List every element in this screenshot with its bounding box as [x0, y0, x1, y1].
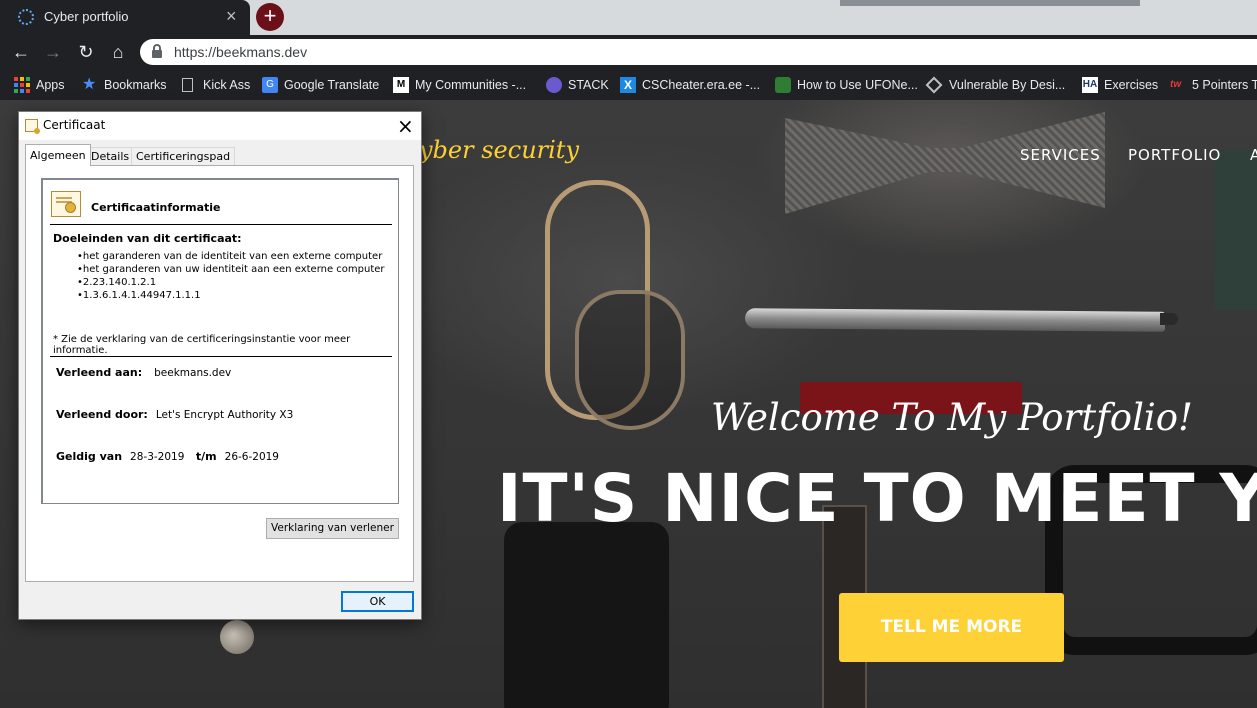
new-tab-button[interactable]: +	[256, 3, 284, 31]
divider	[50, 224, 392, 225]
valid-from-label: Geldig van	[56, 450, 123, 463]
bookmark-label: Kick Ass	[203, 77, 251, 92]
bookmark-my-communities[interactable]: M My Communities -...	[393, 69, 526, 100]
bookmark-label: STACK	[568, 77, 609, 92]
list-item: het garanderen van uw identiteit aan een…	[77, 263, 385, 276]
sunglasses-lens-image	[575, 290, 685, 430]
bookmark-label: Exercises	[1104, 77, 1159, 92]
site-brand[interactable]: yber security	[419, 136, 579, 164]
nav-about[interactable]: A	[1250, 146, 1257, 164]
browser-toolbar: ← → ↻ ⌂ https://beekmans.dev	[0, 35, 1257, 69]
stack-icon	[546, 76, 562, 93]
pen-image	[744, 308, 1166, 332]
hero-subheading: Welcome To My Portfolio!	[711, 396, 1193, 439]
valid-to-label: t/m	[195, 450, 217, 463]
address-bar[interactable]: https://beekmans.dev	[140, 39, 1257, 65]
bookmark-label: Apps	[36, 77, 65, 92]
bookmark-label: CSCheater.era.ee -...	[642, 77, 761, 92]
divider	[50, 356, 392, 357]
star-icon: ★	[82, 75, 97, 93]
certificate-small-icon	[25, 119, 40, 134]
apps-grid-icon	[14, 76, 30, 93]
close-icon[interactable]: ×	[397, 114, 414, 138]
nav-portfolio[interactable]: PORTFOLIO	[1128, 146, 1221, 164]
back-arrow-icon[interactable]: ←	[10, 41, 32, 63]
validity-row: Geldig van 28-3-2019 t/m 26-6-2019	[56, 450, 279, 463]
bookmark-label: My Communities -...	[415, 77, 527, 92]
home-icon[interactable]: ⌂	[107, 41, 129, 63]
info-title: Certificaatinformatie	[91, 201, 221, 214]
bookmark-label: Google Translate	[284, 77, 380, 92]
url-text[interactable]: https://beekmans.dev	[174, 44, 307, 60]
phone-image	[504, 522, 669, 708]
tab-strip: Cyber portfolio × +	[0, 0, 1257, 35]
general-tab-panel: Certificaatinformatie Doeleinden van dit…	[25, 165, 414, 582]
lock-icon[interactable]	[152, 44, 162, 58]
certificate-dialog: Certificaat × Algemeen Details Certifice…	[18, 111, 422, 620]
tell-me-more-button[interactable]: TELL ME MORE	[839, 593, 1064, 662]
dialog-titlebar[interactable]: Certificaat ×	[19, 112, 421, 140]
forward-arrow-icon[interactable]: →	[42, 41, 64, 63]
list-item: het garanderen van de identiteit van een…	[77, 250, 385, 263]
bookmark-kick-ass[interactable]: Kick Ass	[182, 69, 250, 100]
tab-details[interactable]: Details	[86, 147, 135, 166]
communities-icon: M	[393, 76, 409, 93]
bookmark-label: 5 Pointers To	[1192, 77, 1257, 92]
nav-services[interactable]: SERVICES	[1020, 146, 1101, 164]
tw-icon: tw	[1170, 78, 1182, 90]
issued-to-label: Verleend aan:	[56, 366, 143, 379]
issued-by-value: Let's Encrypt Authority X3	[155, 409, 294, 421]
pen-tip-image	[1160, 313, 1178, 325]
certificate-icon	[51, 191, 81, 217]
footnote: * Zie de verklaring van de certificering…	[53, 334, 351, 356]
issuer-statement-button[interactable]: Verklaring van verlener	[266, 518, 399, 539]
bookmark-label: How to Use UFONe...	[797, 77, 918, 92]
reload-icon[interactable]: ↻	[75, 41, 97, 63]
bookmark-google-translate[interactable]: G Google Translate	[262, 69, 379, 100]
issued-by-row: Verleend door: Let's Encrypt Authority X3	[56, 408, 293, 421]
ok-button[interactable]: OK	[341, 591, 414, 612]
bookmark-ufonet[interactable]: How to Use UFONe...	[775, 69, 918, 100]
valid-from-value: 28-3-2019	[130, 451, 185, 463]
purposes-label: Doeleinden van dit certificaat:	[53, 232, 242, 245]
bookmark-stack[interactable]: STACK	[546, 69, 609, 100]
vulnhub-icon	[925, 76, 943, 93]
tab-general[interactable]: Algemeen	[25, 144, 91, 166]
bookmark-5-pointers[interactable]: tw 5 Pointers To	[1170, 69, 1257, 100]
bookmark-apps[interactable]: Apps	[14, 69, 65, 100]
book-image	[1215, 150, 1257, 310]
hero-heading: IT'S NICE TO MEET Y	[497, 460, 1257, 537]
bookmark-label: Vulnerable By Desi...	[949, 77, 1066, 92]
tab-close-icon[interactable]: ×	[226, 6, 237, 27]
page-icon	[182, 77, 193, 92]
ufonet-icon	[775, 76, 791, 93]
valid-to-value: 26-6-2019	[224, 451, 279, 463]
tab-certification-path[interactable]: Certificeringspad	[131, 147, 236, 166]
certificate-info-box: Certificaatinformatie Doeleinden van dit…	[41, 178, 399, 504]
window-background	[840, 0, 1140, 6]
tab-title: Cyber portfolio	[44, 9, 129, 24]
bookmarks-bar: Apps ★ Bookmarks Kick Ass G Google Trans…	[0, 69, 1257, 100]
issued-to-row: Verleend aan: beekmans.dev	[56, 366, 231, 379]
bookmark-cscheater[interactable]: X CSCheater.era.ee -...	[620, 69, 760, 100]
purposes-list: het garanderen van de identiteit van een…	[77, 250, 385, 302]
browser-tab[interactable]: Cyber portfolio ×	[0, 0, 250, 35]
bookmark-bookmarks[interactable]: ★ Bookmarks	[82, 69, 167, 100]
issued-to-value: beekmans.dev	[154, 367, 232, 379]
exercises-icon: HA	[1082, 76, 1098, 93]
bookmark-vulnhub[interactable]: Vulnerable By Desi...	[925, 69, 1066, 100]
button-stud-image	[220, 620, 254, 654]
bookmark-exercises[interactable]: HA Exercises	[1082, 69, 1158, 100]
issued-by-label: Verleend door:	[56, 408, 148, 421]
cscheater-icon: X	[620, 76, 636, 93]
list-item: 1.3.6.1.4.1.44947.1.1.1	[77, 289, 385, 302]
list-item: 2.23.140.1.2.1	[77, 276, 385, 289]
translate-icon: G	[262, 76, 278, 93]
dialog-title: Certificaat	[43, 118, 106, 132]
bookmark-label: Bookmarks	[104, 77, 167, 92]
site-favicon-icon	[18, 9, 34, 25]
